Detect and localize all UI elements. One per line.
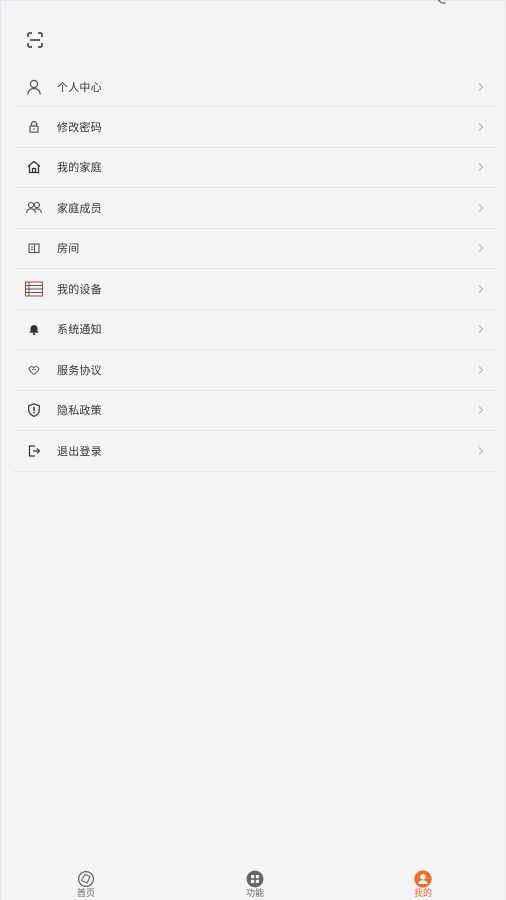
user-circle-icon: [414, 870, 432, 888]
menu-item-rooms[interactable]: 房间: [13, 229, 496, 269]
menu-item-my-devices[interactable]: 我的设备: [13, 269, 496, 310]
menu-item-my-home[interactable]: 我的家庭: [13, 148, 496, 188]
agreement-icon: [23, 359, 45, 381]
menu-item-logout[interactable]: 退出登录: [13, 431, 496, 472]
settings-menu: 个人中心 修改密码 我的家庭 家庭成员 房间 我的设备 系统通知 服务协议 隐私…: [13, 67, 496, 472]
chevron-right-icon: [478, 203, 484, 212]
room-icon: [23, 237, 45, 259]
device-list-icon: [23, 278, 45, 300]
tab-home[interactable]: 首页: [51, 870, 121, 900]
menu-item-label: 隐私政策: [57, 404, 102, 418]
logout-icon: [23, 440, 45, 462]
tab-label: 首页: [76, 889, 95, 899]
menu-item-change-password[interactable]: 修改密码: [13, 107, 496, 148]
lock-icon: [23, 116, 45, 138]
members-icon: [23, 197, 45, 219]
top-border: [1, 0, 506, 1]
menu-item-label: 房间: [57, 242, 80, 256]
home-tab-icon: [77, 870, 95, 888]
menu-item-service-agreement[interactable]: 服务协议: [13, 350, 496, 391]
chevron-right-icon: [478, 163, 484, 172]
menu-item-label: 个人中心: [57, 80, 102, 94]
chevron-right-icon: [478, 244, 484, 253]
menu-item-profile[interactable]: 个人中心: [13, 67, 496, 107]
menu-item-system-notifications[interactable]: 系统通知: [13, 310, 496, 350]
tab-label: 功能: [245, 889, 264, 899]
menu-item-label: 服务协议: [57, 363, 102, 377]
profile-screen: 个人中心 修改密码 我的家庭 家庭成员 房间 我的设备 系统通知 服务协议 隐私…: [0, 0, 506, 900]
chevron-right-icon: [478, 82, 484, 91]
chevron-right-icon: [478, 365, 484, 374]
pointer-cursor-icon: [437, 0, 446, 4]
menu-item-label: 我的设备: [57, 282, 102, 296]
chevron-right-icon: [478, 284, 484, 293]
chevron-right-icon: [478, 446, 484, 455]
menu-item-label: 系统通知: [57, 323, 102, 337]
scan-icon: [27, 32, 43, 48]
bottom-tab-bar: 首页 功能 我的: [1, 852, 506, 900]
menu-item-label: 家庭成员: [57, 201, 102, 215]
grid-icon: [246, 870, 264, 888]
chevron-right-icon: [478, 406, 484, 415]
tab-functions[interactable]: 功能: [220, 870, 290, 900]
menu-item-label: 修改密码: [57, 120, 102, 134]
chevron-right-icon: [478, 122, 484, 131]
tab-me[interactable]: 我的: [388, 870, 458, 900]
menu-item-privacy-policy[interactable]: 隐私政策: [13, 391, 496, 431]
chevron-right-icon: [478, 325, 484, 334]
menu-item-label: 我的家庭: [57, 161, 102, 175]
bell-icon: [23, 318, 45, 340]
scan-button[interactable]: [23, 28, 47, 52]
menu-item-family-members[interactable]: 家庭成员: [13, 188, 496, 229]
shield-icon: [23, 399, 45, 421]
user-icon: [23, 76, 45, 98]
tab-label: 我的: [413, 889, 432, 899]
home-icon: [23, 156, 45, 178]
menu-item-label: 退出登录: [57, 444, 102, 458]
